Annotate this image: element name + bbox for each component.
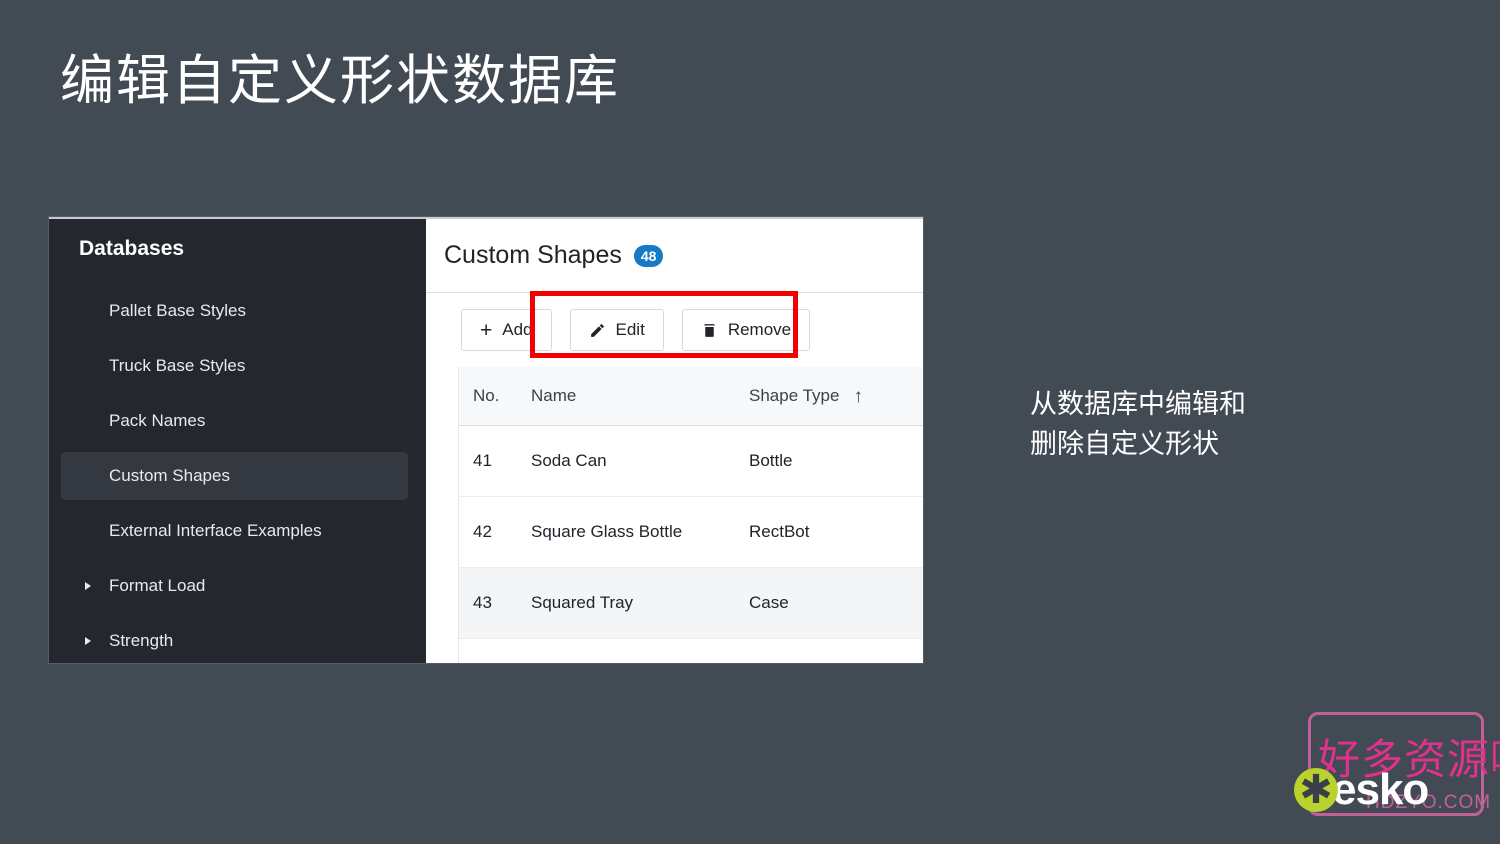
column-header-shape-type-label: Shape Type xyxy=(749,386,840,405)
table-row[interactable]: 43 Squared Tray Case xyxy=(459,568,923,639)
cell-no: 43 xyxy=(473,593,492,612)
sidebar-item-label: Pallet Base Styles xyxy=(109,301,247,320)
sidebar-item-label: Format Load xyxy=(109,576,206,595)
sidebar-item-truck-base-styles[interactable]: Truck Base Styles xyxy=(61,342,408,390)
cell-shape-type: Bottle xyxy=(749,451,793,470)
add-button[interactable]: + Add xyxy=(461,309,552,351)
sidebar-item-label: Truck Base Styles xyxy=(109,356,246,375)
sidebar-item-strength[interactable]: Strength xyxy=(61,617,408,663)
cell-shape-type: RectBot xyxy=(749,522,810,541)
esko-logo: ✱ esko xyxy=(1294,765,1429,814)
add-button-label: Add xyxy=(502,320,533,339)
panel-header: Custom Shapes 48 xyxy=(426,219,923,293)
sidebar-item-label: Strength xyxy=(109,631,174,650)
table-header-row: No. Name Shape Type ↑ xyxy=(459,367,923,426)
column-header-shape-type[interactable]: Shape Type ↑ xyxy=(749,386,923,406)
trash-icon xyxy=(701,322,718,339)
toolbar: + Add Edit Remove xyxy=(426,291,923,367)
panel-title: Custom Shapes xyxy=(444,241,622,269)
sidebar-item-external-interface-examples[interactable]: External Interface Examples xyxy=(61,507,408,555)
column-header-no[interactable]: No. xyxy=(459,386,531,406)
sidebar-item-label: External Interface Examples xyxy=(109,521,322,540)
table-row[interactable]: 41 Soda Can Bottle xyxy=(459,426,923,497)
watermark: 好多资源哦 HDZYO.COM ✱ esko xyxy=(1294,706,1500,824)
chevron-right-icon[interactable] xyxy=(85,637,91,645)
pencil-icon xyxy=(589,322,606,339)
cell-shape-type: Case xyxy=(749,593,789,612)
sidebar-item-pallet-base-styles[interactable]: Pallet Base Styles xyxy=(61,287,408,335)
asterisk-icon: ✱ xyxy=(1294,768,1338,812)
item-count-badge: 48 xyxy=(633,244,664,267)
app-window: Databases Pallet Base Styles Truck Base … xyxy=(49,217,923,663)
cell-no: 42 xyxy=(473,522,492,541)
cell-name: Square Glass Bottle xyxy=(531,522,683,541)
sidebar-item-label: Pack Names xyxy=(109,411,206,430)
sidebar-item-custom-shapes[interactable]: Custom Shapes xyxy=(61,452,408,500)
chevron-right-icon[interactable] xyxy=(85,582,91,590)
shapes-table: No. Name Shape Type ↑ 41 Soda Can Bottle… xyxy=(458,367,923,663)
sidebar: Databases Pallet Base Styles Truck Base … xyxy=(49,217,426,663)
main-panel: Custom Shapes 48 + Add Edit Remove No. N… xyxy=(426,217,923,663)
cell-name: Soda Can xyxy=(531,451,607,470)
sidebar-item-label: Custom Shapes xyxy=(109,466,230,485)
remove-button[interactable]: Remove xyxy=(681,309,811,351)
column-header-name[interactable]: Name xyxy=(531,386,749,406)
table-row[interactable]: 42 Square Glass Bottle RectBot xyxy=(459,497,923,568)
sidebar-item-pack-names[interactable]: Pack Names xyxy=(61,397,408,445)
sidebar-title: Databases xyxy=(79,237,185,260)
cell-no: 41 xyxy=(473,451,492,470)
edit-button[interactable]: Edit xyxy=(569,309,664,351)
page-title: 编辑自定义形状数据库 xyxy=(60,51,620,111)
plus-icon: + xyxy=(480,318,493,342)
slide-caption: 从数据库中编辑和删除自定义形状 xyxy=(1030,389,1246,459)
edit-button-label: Edit xyxy=(615,320,645,339)
esko-wordmark: esko xyxy=(1332,765,1429,814)
sidebar-list: Pallet Base Styles Truck Base Styles Pac… xyxy=(49,287,426,663)
remove-button-label: Remove xyxy=(727,320,792,339)
cell-name: Squared Tray xyxy=(531,593,634,612)
sidebar-item-format-load[interactable]: Format Load xyxy=(61,562,408,610)
sort-ascending-icon: ↑ xyxy=(853,385,863,407)
